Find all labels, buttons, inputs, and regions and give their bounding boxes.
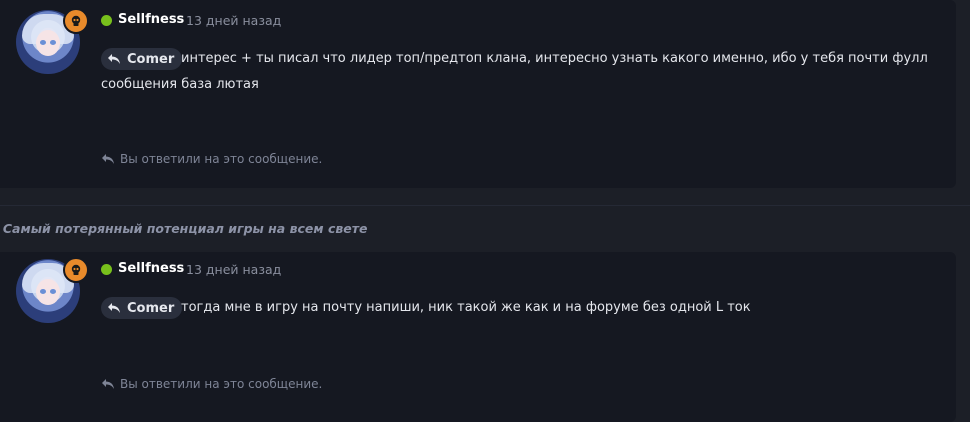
quote-author: Comer xyxy=(127,51,175,67)
avatar-eye xyxy=(50,289,56,294)
quote-author: Comer xyxy=(127,300,175,316)
quote-reference-button[interactable]: Comer xyxy=(101,297,183,319)
reply-arrow-icon xyxy=(102,154,114,164)
message-card: Sellfness 13 дней назад Comer интерес + … xyxy=(0,0,956,188)
online-status-indicator xyxy=(101,264,112,275)
timestamp[interactable]: 13 дней назад xyxy=(186,13,281,28)
skull-icon xyxy=(63,257,89,283)
message-text-line: сообщения база лютая xyxy=(101,77,259,92)
message-text-line: тогда мне в игру на почту напиши, ник та… xyxy=(181,300,751,315)
reply-arrow-icon xyxy=(102,379,114,389)
online-status-indicator xyxy=(101,15,112,26)
skull-icon xyxy=(63,8,89,34)
divider xyxy=(0,205,970,206)
replied-note: Вы ответили на это сообщение. xyxy=(101,152,322,166)
message-card: Sellfness 13 дней назад Comer тогда мне … xyxy=(0,252,956,422)
replied-note: Вы ответили на это сообщение. xyxy=(101,377,322,391)
username[interactable]: Sellfness xyxy=(118,12,184,27)
reply-arrow-icon xyxy=(108,303,120,313)
avatar-eye xyxy=(40,289,46,294)
avatar-eye xyxy=(40,40,46,45)
avatar-eye xyxy=(50,40,56,45)
replied-note-text: Вы ответили на это сообщение. xyxy=(120,377,323,391)
username[interactable]: Sellfness xyxy=(118,261,184,276)
timestamp[interactable]: 13 дней назад xyxy=(186,262,281,277)
thread-title[interactable]: В Самый потерянный потенциал игры на все… xyxy=(0,221,367,236)
quote-reference-button[interactable]: Comer xyxy=(101,48,183,70)
replied-note-text: Вы ответили на это сообщение. xyxy=(120,152,323,166)
message-text-line: интерес + ты писал что лидер топ/предтоп… xyxy=(181,51,928,66)
reply-arrow-icon xyxy=(108,54,120,64)
